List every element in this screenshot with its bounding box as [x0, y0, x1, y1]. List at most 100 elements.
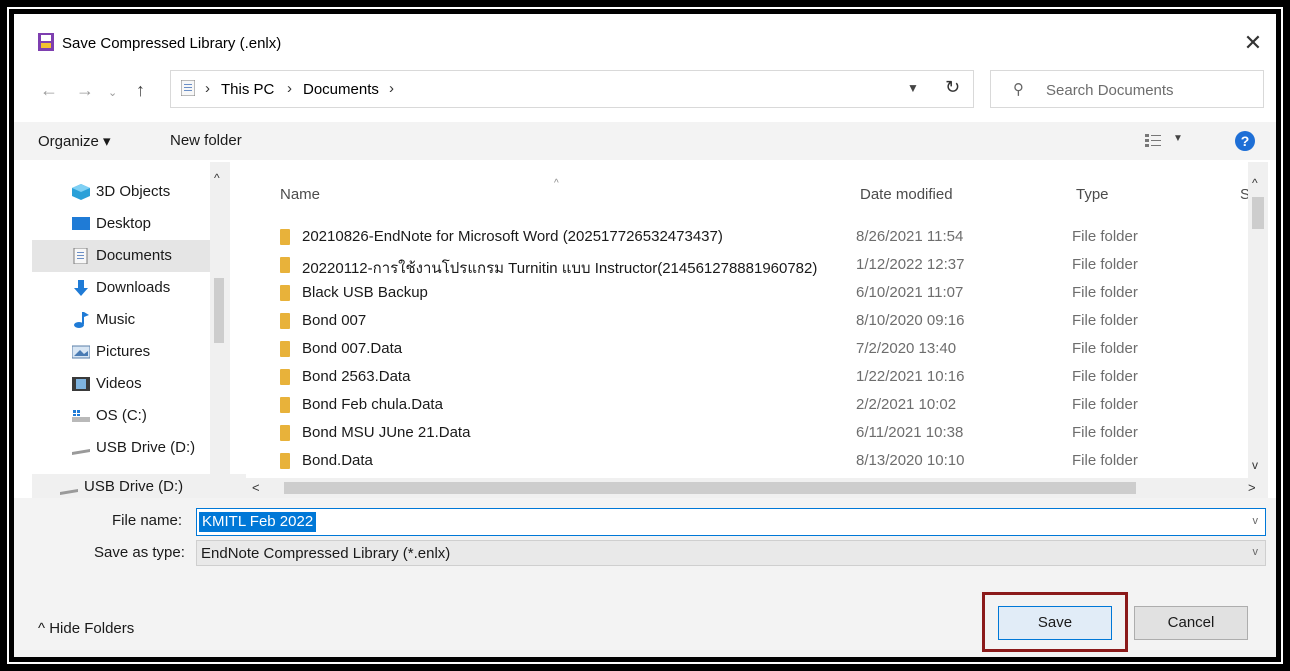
- file-type: File folder: [1072, 312, 1138, 329]
- nav-item-label: Documents: [96, 247, 172, 264]
- file-type: File folder: [1072, 228, 1138, 245]
- column-header-date-modified[interactable]: Date modified: [860, 186, 953, 203]
- nav-item-music[interactable]: Music: [32, 304, 212, 336]
- music-icon: [74, 312, 89, 328]
- usb-drive-icon: [60, 489, 78, 495]
- scrollbar-thumb[interactable]: [214, 278, 224, 343]
- usb-drive-icon: [72, 449, 90, 455]
- scrollbar-thumb[interactable]: [284, 482, 1136, 494]
- folder-icon: [280, 229, 290, 245]
- breadcrumb-documents[interactable]: Documents: [303, 81, 379, 98]
- nav-item-os-c[interactable]: OS (C:): [32, 400, 212, 432]
- scroll-down-arrow-icon[interactable]: v: [1252, 458, 1258, 472]
- file-list-vertical-scrollbar[interactable]: ^ v: [1248, 162, 1268, 478]
- title-bar: Save Compressed Library (.enlx) ✕: [14, 14, 1276, 58]
- folder-icon: [280, 397, 290, 413]
- breadcrumb-this-pc[interactable]: This PC: [221, 81, 274, 98]
- documents-folder-icon: [181, 80, 195, 96]
- nav-item-videos[interactable]: Videos: [32, 368, 212, 400]
- file-name: Bond 007: [302, 312, 367, 329]
- nav-item-label: Music: [96, 311, 136, 328]
- scroll-right-arrow-icon[interactable]: >: [1248, 480, 1256, 495]
- hide-folders-label: Hide Folders: [49, 620, 135, 637]
- file-list: ^ Name Date modified Type S 20210826-End…: [246, 162, 1276, 478]
- nav-item-usb-drive-d-bottom[interactable]: USB Drive (D:): [32, 474, 246, 500]
- file-row[interactable]: Black USB Backup 6/10/2021 11:07 File fo…: [266, 278, 1256, 306]
- column-header-type[interactable]: Type: [1076, 186, 1109, 203]
- back-arrow-icon[interactable]: ←: [40, 80, 58, 101]
- nav-item-pictures[interactable]: Pictures: [32, 336, 212, 368]
- nav-item-3d-objects[interactable]: 3D Objects: [32, 176, 212, 208]
- file-date: 6/10/2021 11:07: [856, 284, 964, 301]
- file-name-label: File name:: [112, 512, 183, 529]
- file-name-value: KMITL Feb 2022: [199, 512, 317, 532]
- folder-icon: [280, 285, 290, 301]
- file-date: 1/22/2021 10:16: [856, 368, 965, 385]
- file-row[interactable]: Bond 007 8/10/2020 09:16 File folder: [266, 306, 1256, 334]
- file-name: Black USB Backup: [302, 284, 428, 301]
- view-options-icon[interactable]: [1145, 133, 1161, 147]
- save-as-type-value: EndNote Compressed Library (*.enlx): [201, 545, 451, 562]
- command-toolbar: Organize ▾ New folder ▼ ?: [14, 122, 1276, 160]
- file-row[interactable]: Bond MSU JUne 21.Data 6/11/2021 10:38 Fi…: [266, 418, 1256, 446]
- save-options-panel: File name: KMITL Feb 2022 v Save as type…: [14, 498, 1276, 657]
- file-row[interactable]: Bond.Data 8/13/2020 10:10 File folder: [266, 446, 1256, 474]
- file-row[interactable]: Bond 2563.Data 1/22/2021 10:16 File fold…: [266, 362, 1256, 390]
- search-placeholder: Search Documents: [1046, 82, 1174, 99]
- file-name-dropdown-icon[interactable]: v: [1253, 515, 1259, 527]
- desktop-icon: [72, 217, 90, 230]
- nav-item-desktop[interactable]: Desktop: [32, 208, 212, 240]
- file-row[interactable]: Bond Feb chula.Data 2/2/2021 10:02 File …: [266, 390, 1256, 418]
- documents-icon: [73, 248, 88, 264]
- file-list-horizontal-scrollbar[interactable]: < >: [246, 478, 1268, 498]
- cancel-button[interactable]: Cancel: [1134, 606, 1248, 640]
- help-button[interactable]: ?: [1235, 131, 1255, 151]
- folder-icon: [280, 369, 290, 385]
- search-box[interactable]: ⚲ Search Documents: [990, 70, 1264, 108]
- folder-icon: [280, 313, 290, 329]
- nav-item-documents[interactable]: Documents: [32, 240, 212, 272]
- nav-item-label: Downloads: [96, 279, 171, 296]
- nav-item-label: Desktop: [96, 215, 152, 232]
- file-date: 7/2/2020 13:40: [856, 340, 957, 357]
- file-type: File folder: [1072, 424, 1138, 441]
- file-row[interactable]: Bond 007.Data 7/2/2020 13:40 File folder: [266, 334, 1256, 362]
- file-name: Bond Feb chula.Data: [302, 396, 443, 413]
- file-type: File folder: [1072, 396, 1138, 413]
- nav-item-usb-drive-d[interactable]: USB Drive (D:): [32, 432, 212, 464]
- address-bar[interactable]: › This PC › Documents › ▼ ↻: [170, 70, 974, 108]
- file-row[interactable]: 20220112-การใช้งานโปรแกรม Turnitin แบบ I…: [266, 250, 1256, 278]
- recent-locations-chevron-icon[interactable]: ⌄: [108, 86, 117, 99]
- nav-item-downloads[interactable]: Downloads: [32, 272, 212, 304]
- file-name: 20220112-การใช้งานโปรแกรม Turnitin แบบ I…: [302, 260, 818, 277]
- up-arrow-icon[interactable]: ↑: [136, 80, 145, 101]
- nav-item-label: Pictures: [96, 343, 151, 360]
- view-options-dropdown-icon[interactable]: ▼: [1173, 133, 1183, 144]
- nav-item-label: USB Drive (D:): [96, 439, 196, 456]
- hide-folders-button[interactable]: ^ Hide Folders: [38, 620, 134, 637]
- address-dropdown-icon[interactable]: ▼: [907, 81, 919, 95]
- scroll-up-arrow-icon[interactable]: ^: [1252, 176, 1258, 190]
- refresh-icon[interactable]: ↻: [945, 77, 960, 98]
- file-name-input[interactable]: KMITL Feb 2022 v: [196, 508, 1266, 536]
- nav-pane-scrollbar[interactable]: ^ v: [210, 162, 230, 492]
- column-header-name[interactable]: Name: [280, 186, 320, 203]
- file-name: 20210826-EndNote for Microsoft Word (202…: [302, 228, 723, 245]
- close-button[interactable]: ✕: [1240, 30, 1266, 56]
- save-as-type-dropdown-icon[interactable]: v: [1253, 546, 1259, 558]
- screenshot-frame: Save Compressed Library (.enlx) ✕ ← → ⌄ …: [0, 0, 1290, 671]
- save-as-type-select[interactable]: EndNote Compressed Library (*.enlx) v: [196, 540, 1266, 566]
- new-folder-button[interactable]: New folder: [170, 132, 242, 149]
- organize-menu-button[interactable]: Organize ▾: [38, 132, 111, 150]
- folder-icon: [280, 257, 290, 273]
- scroll-left-arrow-icon[interactable]: <: [252, 480, 260, 495]
- file-type: File folder: [1072, 368, 1138, 385]
- scrollbar-thumb[interactable]: [1252, 197, 1264, 229]
- forward-arrow-icon[interactable]: →: [76, 80, 94, 101]
- folder-icon: [280, 453, 290, 469]
- scroll-up-arrow-icon[interactable]: ^: [214, 171, 220, 185]
- save-button[interactable]: Save: [998, 606, 1112, 640]
- videos-icon: [72, 377, 90, 391]
- file-row[interactable]: 20210826-EndNote for Microsoft Word (202…: [266, 222, 1256, 250]
- file-type: File folder: [1072, 284, 1138, 301]
